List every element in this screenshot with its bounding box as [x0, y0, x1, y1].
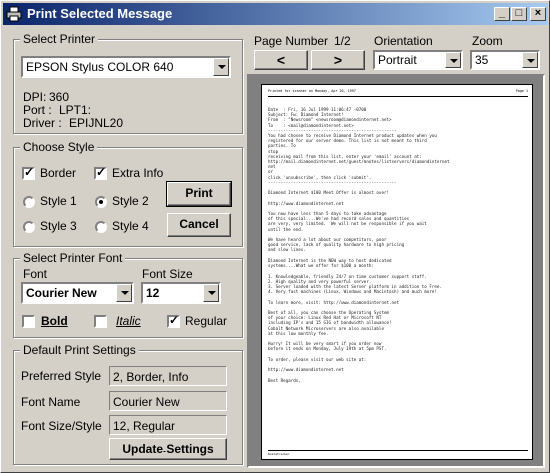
maximize-button[interactable]: □: [511, 7, 527, 21]
preview-footer: KoalaTracker: [268, 452, 290, 456]
regular-checkbox[interactable]: [167, 313, 180, 328]
font-label: Font: [23, 267, 48, 281]
next-page-button[interactable]: >: [311, 50, 365, 70]
extra-info-checkbox[interactable]: [94, 165, 107, 180]
prev-page-label: <: [276, 52, 286, 68]
title-bar: Print Selected Message _ □ ×: [3, 3, 548, 25]
style-4-radio[interactable]: [95, 221, 107, 233]
bold-label: Bold: [41, 314, 68, 328]
chevron-down-icon[interactable]: [116, 284, 132, 302]
style-1-label: Style 1: [40, 194, 77, 208]
orientation-select[interactable]: Portrait: [373, 50, 463, 70]
style-3-label: Style 3: [40, 219, 77, 233]
page-number-label: Page Number: [254, 34, 329, 48]
font-size-style-field: 12, Regular: [109, 415, 227, 435]
choose-style-legend: Choose Style: [20, 140, 98, 154]
next-page-label: >: [333, 52, 343, 68]
dpi-label: DPI:: [23, 90, 47, 104]
style-2-label: Style 2: [112, 194, 149, 208]
zoom-select[interactable]: 35: [470, 50, 540, 70]
italic-label: Italic: [116, 314, 141, 328]
close-button[interactable]: ×: [530, 7, 546, 21]
printer-select-value: EPSON Stylus COLOR 640: [26, 60, 174, 74]
footer-rule: [268, 450, 528, 451]
preview-header-right: Page 1: [515, 89, 528, 93]
font-size-select[interactable]: 12: [141, 282, 221, 304]
font-name-field: Courier New: [109, 391, 227, 411]
select-printer-legend: Select Printer: [20, 32, 99, 46]
font-size-style-label: Font Size/Style: [21, 419, 102, 433]
font-name-label: Font Name: [21, 395, 81, 409]
chevron-down-icon[interactable]: [213, 58, 229, 76]
select-font-legend: Select Printer Font: [20, 251, 126, 265]
print-dialog-window: Print Selected Message _ □ × Select Prin…: [0, 0, 550, 473]
header-rule: [268, 96, 528, 97]
printer-select[interactable]: EPSON Stylus COLOR 640: [21, 56, 231, 78]
chevron-down-icon[interactable]: [522, 52, 538, 68]
bold-checkbox[interactable]: [22, 315, 35, 328]
print-button-label: Print: [185, 186, 213, 200]
extra-info-label: Extra Info: [112, 166, 164, 180]
style-3-radio[interactable]: [23, 221, 35, 233]
style-2-radio[interactable]: [95, 196, 107, 208]
preview-page: Printed for scanner on Monday, Apr 26, 1…: [261, 84, 533, 460]
port-label: Port :: [23, 103, 52, 117]
preferred-style-value: 2, Border, Info: [113, 370, 189, 384]
preferred-style-field: 2, Border, Info: [109, 366, 227, 386]
print-button[interactable]: Print: [166, 181, 232, 207]
chevron-down-icon[interactable]: [203, 284, 219, 302]
preferred-style-label: Preferred Style: [21, 369, 102, 383]
font-select[interactable]: Courier New: [21, 282, 134, 304]
preview-body-text: Date : Fri, 16 Jul 1999 11:06:47 -0700 S…: [268, 107, 450, 383]
orientation-label: Orientation: [374, 34, 433, 48]
print-preview-pane[interactable]: Printed for scanner on Monday, Apr 26, 1…: [247, 74, 545, 468]
preview-header: Printed for scanner on Monday, Apr 26, 1…: [268, 89, 528, 93]
update-settings-button[interactable]: Update Settings: [109, 438, 227, 460]
page-number-value: 1/2: [334, 34, 351, 48]
zoom-value: 35: [475, 53, 489, 67]
minimize-button[interactable]: _: [494, 7, 510, 21]
style-1-radio[interactable]: [23, 196, 35, 208]
driver-label: Driver :: [23, 116, 62, 130]
update-settings-label: Update Settings: [122, 442, 214, 456]
cancel-button[interactable]: Cancel: [167, 213, 231, 237]
preview-header-left: Printed for scanner on Monday, Apr 26, 1…: [268, 89, 356, 93]
port-value: LPT1:: [59, 103, 92, 117]
font-size-label: Font Size: [142, 267, 193, 281]
orientation-value: Portrait: [378, 53, 417, 67]
font-size-style-value: 12, Regular: [113, 419, 176, 433]
chevron-down-icon[interactable]: [445, 52, 461, 68]
driver-value: EPIJNL20: [69, 116, 124, 130]
regular-label: Regular: [185, 314, 228, 328]
border-label: Border: [40, 166, 77, 180]
zoom-label: Zoom: [472, 34, 503, 48]
prev-page-button[interactable]: <: [254, 50, 308, 70]
printer-icon: [6, 6, 22, 22]
cancel-button-label: Cancel: [179, 217, 219, 231]
font-name-value: Courier New: [113, 395, 180, 409]
style-4-label: Style 4: [112, 219, 149, 233]
italic-checkbox[interactable]: [94, 315, 107, 328]
font-select-value: Courier New: [26, 286, 97, 300]
window-title: Print Selected Message: [27, 6, 173, 21]
border-checkbox[interactable]: [22, 165, 35, 180]
dpi-value: 360: [49, 90, 70, 104]
font-size-value: 12: [146, 286, 160, 300]
default-settings-legend: Default Print Settings: [20, 343, 139, 357]
